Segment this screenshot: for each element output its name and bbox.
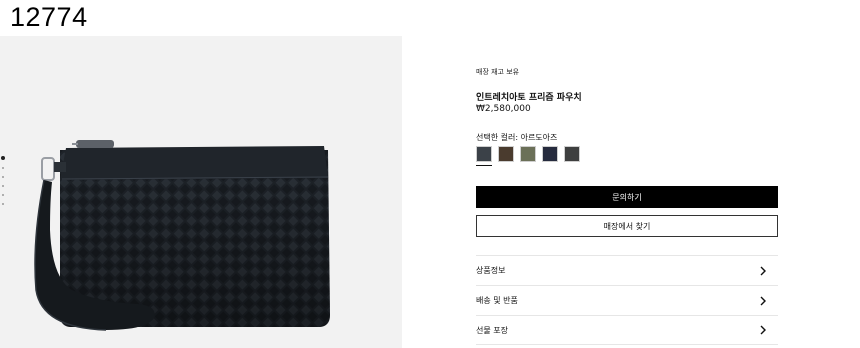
product-title: 인트레치아토 프리즘 파우치 — [476, 93, 582, 103]
color-swatch-charcoal[interactable] — [564, 146, 580, 162]
accordion-label: 선물 포장 — [476, 325, 508, 335]
chevron-right-icon — [756, 264, 770, 278]
inquire-button[interactable]: 문의하기 — [476, 186, 778, 208]
corner-id: 12774 — [10, 2, 88, 32]
gallery-dot[interactable] — [2, 167, 4, 169]
find-in-store-button[interactable]: 매장에서 찾기 — [476, 215, 778, 237]
color-swatch-olive[interactable] — [520, 146, 536, 162]
gallery-dot[interactable] — [1, 156, 5, 160]
gallery-dot[interactable] — [2, 176, 4, 178]
gallery-dot[interactable] — [2, 203, 4, 205]
gallery-dot[interactable] — [2, 194, 4, 196]
chevron-right-icon — [756, 323, 770, 337]
color-swatches — [476, 146, 580, 162]
product-price: ₩2,580,000 — [476, 104, 531, 114]
gallery-pagination — [0, 156, 6, 212]
product-image — [34, 140, 330, 331]
accordion-product-info[interactable]: 상품정보 — [476, 255, 778, 285]
color-swatch-brown[interactable] — [498, 146, 514, 162]
chevron-right-icon — [756, 294, 770, 308]
selected-swatch-indicator — [476, 165, 492, 166]
selected-color-label: 선택한 컬러: 아르도아즈 — [476, 133, 558, 142]
color-swatch-ardoise[interactable] — [476, 146, 492, 162]
store-availability: 매장 재고 보유 — [476, 68, 520, 76]
color-swatch-navy[interactable] — [542, 146, 558, 162]
gallery-dot[interactable] — [2, 185, 4, 187]
accordion-gift-wrap[interactable]: 선물 포장 — [476, 315, 778, 345]
accordion-label: 상품정보 — [476, 266, 506, 275]
product-gallery[interactable] — [0, 36, 402, 348]
accordion-shipping-returns[interactable]: 배송 및 반품 — [476, 285, 778, 315]
accordion-label: 배송 및 반품 — [476, 296, 518, 305]
